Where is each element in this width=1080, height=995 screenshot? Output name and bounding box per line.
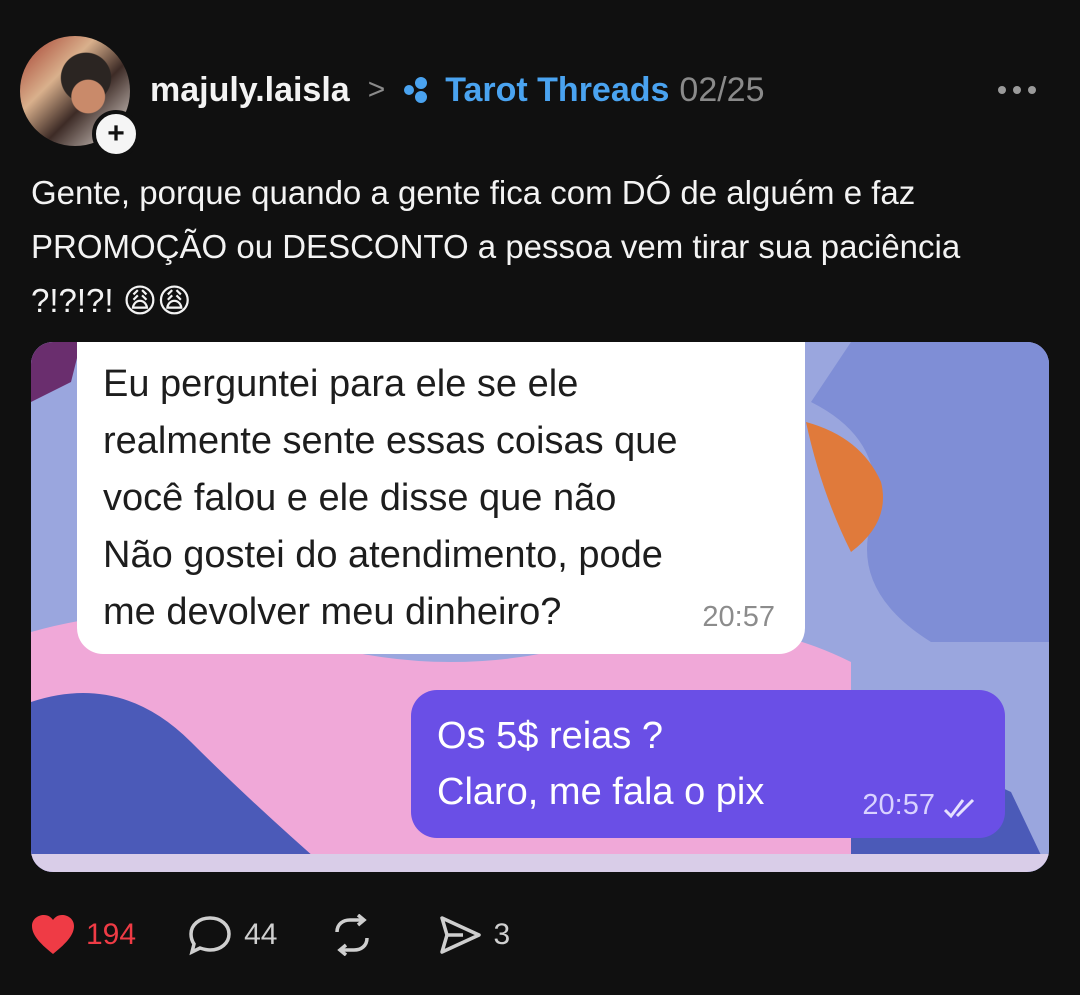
like-count: 194	[86, 918, 137, 951]
comment-count: 44	[244, 918, 278, 951]
repost-button[interactable]	[329, 914, 385, 956]
post-date: 02/25	[679, 70, 765, 109]
follow-plus-icon[interactable]: +	[92, 110, 140, 158]
comment-icon	[189, 916, 231, 956]
post-image[interactable]: Eu perguntei para ele se ele realmente s…	[31, 342, 1049, 872]
share-count: 3	[493, 918, 511, 951]
community-icon	[404, 77, 428, 103]
post-header: majuly.laisla > Tarot Threads 02/25	[150, 68, 765, 112]
repost-icon	[335, 914, 370, 956]
username[interactable]: majuly.laisla	[150, 71, 350, 110]
community-link[interactable]: Tarot Threads	[445, 71, 669, 110]
like-button[interactable]: 194	[30, 914, 136, 956]
comment-button[interactable]: 44	[188, 914, 277, 956]
chevron-right-icon: >	[367, 73, 386, 106]
double-check-icon	[943, 798, 975, 819]
incoming-message: Eu perguntei para ele se ele realmente s…	[77, 342, 805, 654]
post-text: Gente, porque quando a gente fica com DÓ…	[31, 174, 961, 319]
share-button[interactable]: 3	[437, 914, 510, 956]
incoming-message-time: 20:57	[702, 601, 775, 633]
more-options-icon[interactable]	[998, 76, 1044, 104]
post-actions: 194 44 3	[30, 910, 562, 960]
heart-icon	[32, 915, 74, 954]
outgoing-message: Os 5$ reias ? Claro, me fala o pix 20:57	[411, 690, 1005, 838]
outgoing-message-time: 20:57	[862, 789, 935, 821]
incoming-message-text: Eu perguntei para ele se ele realmente s…	[103, 363, 678, 633]
send-icon	[440, 916, 482, 954]
avatar-container[interactable]: +	[20, 36, 140, 158]
